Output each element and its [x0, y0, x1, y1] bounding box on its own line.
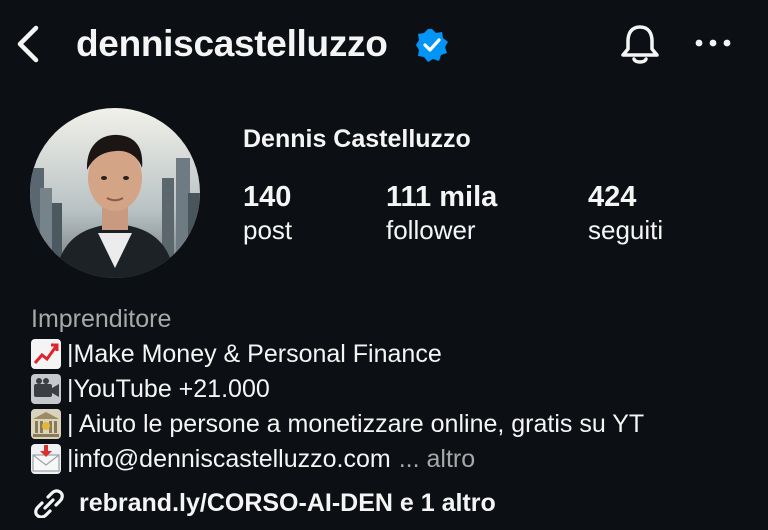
video-camera-icon — [31, 374, 61, 404]
bio-line: | Aiuto le persone a monetizzare online,… — [31, 408, 644, 440]
chevron-left-icon — [17, 25, 39, 63]
more-options-button[interactable] — [692, 34, 734, 52]
verified-badge-icon — [415, 28, 449, 62]
followers-count[interactable]: 111 mila follower — [386, 180, 497, 246]
bio-text: | Aiuto le persone a monetizzare online,… — [67, 410, 645, 438]
back-button[interactable] — [12, 22, 46, 66]
more-horizontal-icon — [695, 39, 731, 47]
chart-increasing-icon — [31, 339, 61, 369]
profile-username: denniscastelluzzo — [76, 23, 388, 64]
bio-text: |Make Money & Personal Finance — [67, 340, 442, 368]
bio-text: |info@denniscastelluzzo.com — [67, 445, 391, 473]
bio-line: |Make Money & Personal Finance — [31, 338, 442, 370]
stat-label: seguiti — [588, 215, 664, 245]
envelope-icon — [31, 444, 61, 474]
bio-line: |info@denniscastelluzzo.com ... altro — [31, 443, 475, 475]
stat-value: 424 — [588, 181, 637, 213]
link-icon — [34, 489, 64, 518]
bank-icon — [31, 409, 61, 439]
following-count[interactable]: 424 seguiti — [588, 180, 663, 246]
bell-icon — [621, 25, 659, 64]
bio-text: |YouTube +21.000 — [67, 375, 270, 403]
link-text: rebrand.ly/CORSO-AI-DEN e 1 altro — [79, 489, 496, 517]
bio-line: |YouTube +21.000 — [31, 373, 270, 405]
stat-label: post — [243, 215, 293, 245]
notifications-button[interactable] — [617, 20, 663, 68]
stat-label: follower — [386, 215, 476, 245]
profile-avatar[interactable] — [30, 108, 200, 278]
stat-value: 111 mila — [386, 181, 498, 213]
profile-full-name: Dennis Castelluzzo — [243, 125, 471, 153]
show-more-link[interactable]: ... altro — [399, 443, 475, 475]
stat-value: 140 — [243, 181, 292, 213]
profile-category: Imprenditore — [31, 305, 172, 333]
posts-count[interactable]: 140 post — [243, 180, 292, 246]
profile-link[interactable]: rebrand.ly/CORSO-AI-DEN e 1 altro — [31, 487, 496, 519]
